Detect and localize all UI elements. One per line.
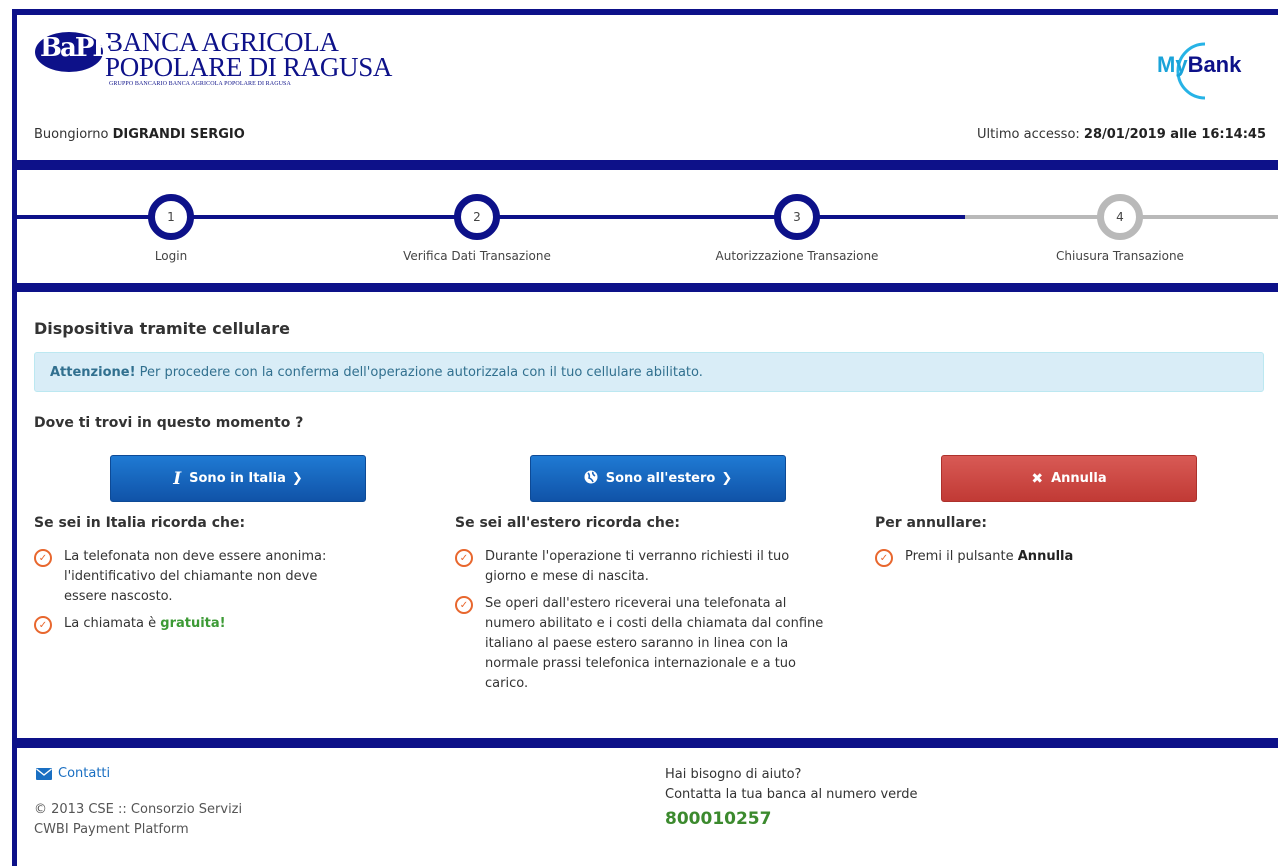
- list-item: ✓ La chiamata è gratuita!: [34, 614, 394, 634]
- copyright-line2: CWBI Payment Platform: [34, 822, 189, 837]
- help-text: Hai bisogno di aiuto? Contatta la tua ba…: [665, 765, 918, 805]
- header-bar: [12, 160, 1278, 170]
- logo-letters: BaPR: [40, 33, 114, 63]
- copyright-line1: © 2013 CSE :: Consorzio Servizi: [34, 802, 243, 817]
- abroad-info-item1: Durante l'operazione ti verranno richies…: [485, 549, 790, 584]
- contacts-link[interactable]: Contatti: [36, 766, 110, 781]
- cancel-button[interactable]: ✖ Annulla: [941, 455, 1197, 502]
- step-4-label: Chiusura Transazione: [1056, 249, 1184, 263]
- italy-info-item2-text: La chiamata è: [64, 616, 161, 631]
- list-item: ✓ La telefonata non deve essere anonima:…: [34, 547, 394, 607]
- cancel-info-item1-text: Premi il pulsante: [905, 549, 1018, 564]
- abroad-info-title: Se sei all'estero ricorda che:: [455, 515, 680, 531]
- cancel-info-item1: Premi il pulsante Annulla: [905, 547, 1073, 567]
- italy-button[interactable]: I Sono in Italia ❯: [110, 455, 366, 502]
- step-1-circle: 1: [148, 194, 194, 240]
- copyright: © 2013 CSE :: Consorzio Servizi CWBI Pay…: [34, 800, 242, 840]
- step-close: 4 Chiusura Transazione: [1020, 194, 1220, 263]
- footer-bar: [12, 738, 1278, 748]
- bank-logo-mark: BaPR: [35, 30, 114, 74]
- check-circle-icon: ✓: [875, 549, 893, 567]
- page-title: Dispositiva tramite cellulare: [34, 319, 290, 338]
- italy-info: Se sei in Italia ricorda che: ✓ La telef…: [34, 515, 394, 641]
- step-3-label: Autorizzazione Transazione: [715, 249, 879, 263]
- help-line2: Contatta la tua banca al numero verde: [665, 787, 918, 802]
- envelope-icon: [36, 767, 58, 780]
- mybank-my: My: [1157, 52, 1188, 77]
- list-item: ✓ Se operi dall'estero riceverai una tel…: [455, 594, 855, 694]
- last-access-label: Ultimo accesso:: [977, 127, 1084, 142]
- check-circle-icon: ✓: [34, 549, 52, 567]
- list-item: ✓ Durante l'operazione ti verranno richi…: [455, 547, 855, 587]
- toll-free-number: 800010257: [665, 809, 772, 829]
- greeting-prefix: Buongiorno: [34, 127, 113, 142]
- location-question: Dove ti trovi in questo momento ?: [34, 415, 304, 431]
- list-item: ✓ Premi il pulsante Annulla: [875, 547, 1255, 567]
- globe-icon: [584, 470, 598, 488]
- cancel-button-label: Annulla: [1051, 471, 1107, 486]
- alert-strong: Attenzione!: [50, 365, 136, 380]
- check-circle-icon: ✓: [455, 596, 473, 614]
- step-2-label: Verifica Dati Transazione: [403, 249, 551, 263]
- user-name: DIGRANDI SERGIO: [112, 127, 245, 142]
- bank-name: BANCA AGRICOLA POPOLARE DI RAGUSA GRUPPO…: [105, 29, 393, 88]
- progress-steps: 1 Login 2 Verifica Dati Transazione 3 Au…: [17, 170, 1278, 283]
- page-frame: BaPR BANCA AGRICOLA POPOLARE DI RAGUSA G…: [0, 0, 1278, 866]
- steps-bar: [12, 283, 1278, 292]
- step-login: 1 Login: [71, 194, 271, 263]
- cancel-info-title: Per annullare:: [875, 515, 987, 531]
- check-circle-icon: ✓: [455, 549, 473, 567]
- abroad-button-label: Sono all'estero: [605, 471, 716, 486]
- chevron-right-icon: ❯: [291, 471, 303, 486]
- top-bar: [12, 9, 1278, 15]
- step-verify: 2 Verifica Dati Transazione: [377, 194, 577, 263]
- check-circle-icon: ✓: [34, 616, 52, 634]
- last-access: Ultimo accesso: 28/01/2019 alle 16:14:45: [977, 127, 1266, 142]
- bank-logo[interactable]: BaPR BANCA AGRICOLA POPOLARE DI RAGUSA G…: [35, 29, 393, 88]
- italy-i-icon: I: [173, 468, 182, 489]
- italy-button-label: Sono in Italia: [189, 471, 286, 486]
- last-access-value: 28/01/2019 alle 16:14:45: [1083, 127, 1266, 142]
- abroad-info-item2: Se operi dall'estero riceverai una telef…: [485, 596, 824, 691]
- bank-name-line2: POPOLARE DI RAGUSA: [105, 52, 393, 82]
- mybank-logo: MyBank: [1145, 40, 1265, 102]
- help-line1: Hai bisogno di aiuto?: [665, 767, 802, 782]
- mybank-bank: Bank: [1187, 52, 1242, 77]
- step-4-circle: 4: [1097, 194, 1143, 240]
- greeting: Buongiorno DIGRANDI SERGIO: [34, 127, 245, 142]
- italy-info-item2: La chiamata è gratuita!: [64, 614, 226, 634]
- step-authorize: 3 Autorizzazione Transazione: [697, 194, 897, 263]
- cancel-info: Per annullare: ✓ Premi il pulsante Annul…: [875, 515, 1255, 574]
- cancel-info-item1-strong: Annulla: [1017, 549, 1074, 564]
- contacts-label: Contatti: [58, 766, 111, 781]
- abroad-info: Se sei all'estero ricorda che: ✓ Durante…: [455, 515, 855, 701]
- close-icon: ✖: [1031, 470, 1044, 487]
- free-call-text: gratuita!: [160, 616, 226, 631]
- alert-text: Per procedere con la conferma dell'opera…: [135, 365, 703, 380]
- info-alert: Attenzione! Per procedere con la conferm…: [34, 352, 1264, 392]
- step-1-label: Login: [154, 249, 188, 263]
- abroad-button[interactable]: Sono all'estero ❯: [530, 455, 786, 502]
- step-2-circle: 2: [454, 194, 500, 240]
- chevron-right-icon: ❯: [721, 471, 733, 486]
- italy-info-item1: La telefonata non deve essere anonima: l…: [64, 549, 327, 604]
- italy-info-title: Se sei in Italia ricorda che:: [34, 515, 246, 531]
- step-3-circle: 3: [774, 194, 820, 240]
